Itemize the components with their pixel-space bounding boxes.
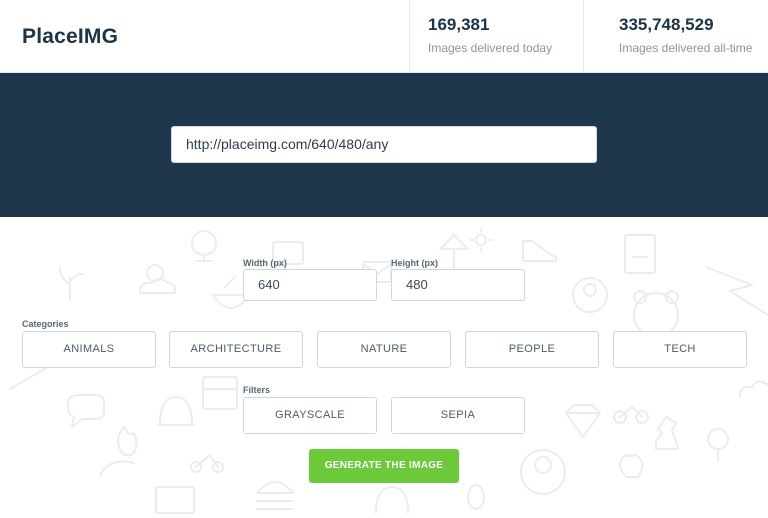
- bee-icon: [467, 484, 485, 510]
- category-nature-button[interactable]: NATURE: [317, 331, 451, 368]
- chat-icon: [67, 394, 105, 428]
- avatar-outline-icon: [572, 277, 608, 313]
- globe-icon: [191, 230, 217, 262]
- category-animals-button[interactable]: ANIMALS: [22, 331, 156, 368]
- stat-today: 169,381 Images delivered today: [409, 0, 583, 73]
- cloud-icon: [739, 380, 768, 398]
- scooter-icon: [190, 454, 224, 473]
- header: PlaceIMG 169,381 Images delivered today …: [0, 0, 768, 73]
- filters-label: Filters: [243, 385, 271, 395]
- height-input[interactable]: 480: [391, 269, 525, 301]
- generate-image-button[interactable]: GENERATE THE IMAGE: [309, 449, 459, 483]
- width-label: Width (px): [243, 258, 287, 268]
- bike-icon: [613, 406, 649, 424]
- logo[interactable]: PlaceIMG: [22, 25, 118, 49]
- machine-icon: [624, 234, 656, 274]
- categories-label: Categories: [22, 319, 69, 329]
- category-people-button[interactable]: PEOPLE: [465, 331, 599, 368]
- shoe-icon: [522, 240, 557, 262]
- diamond-icon: [565, 404, 601, 438]
- stat-today-label: Images delivered today: [428, 41, 553, 55]
- wing-icon: [99, 460, 135, 476]
- filter-grayscale-button[interactable]: GRAYSCALE: [243, 397, 377, 434]
- weather-icon: [139, 264, 177, 294]
- filter-sepia-button[interactable]: SEPIA: [391, 397, 525, 434]
- category-tech-button[interactable]: TECH: [613, 331, 747, 368]
- stat-alltime-number: 335,748,529: [619, 15, 714, 34]
- lamp-icon: [439, 234, 469, 270]
- fire-icon: [117, 426, 138, 456]
- chess-icon: [655, 416, 679, 450]
- category-architecture-button[interactable]: ARCHITECTURE: [169, 331, 303, 368]
- sun-icon: [469, 228, 493, 252]
- helmet-icon: [157, 396, 195, 426]
- stat-alltime: 335,748,529 Images delivered all-time: [583, 0, 768, 73]
- stat-today-number: 169,381: [428, 15, 490, 34]
- tv-icon: [155, 486, 195, 514]
- arrow-icon: [9, 366, 49, 390]
- hero-banner: http://placeimg.com/640/480/any: [0, 73, 768, 217]
- person-icon: [520, 449, 566, 495]
- plant-icon: [58, 266, 85, 300]
- desk-globe-icon: [707, 428, 729, 462]
- stat-alltime-label: Images delivered all-time: [619, 41, 753, 55]
- url-output-field[interactable]: http://placeimg.com/640/480/any: [171, 126, 597, 163]
- height-label: Height (px): [391, 258, 438, 268]
- lightning-icon: [705, 266, 768, 316]
- width-input[interactable]: 640: [243, 269, 377, 301]
- page: PlaceIMG 169,381 Images delivered today …: [0, 0, 768, 518]
- burger-icon: [256, 481, 294, 510]
- generator-form: Width (px) 640 Height (px) 480 Categorie…: [0, 217, 768, 518]
- apple-icon: [619, 454, 644, 478]
- headphones-icon: [375, 486, 409, 514]
- store-icon: [202, 376, 238, 410]
